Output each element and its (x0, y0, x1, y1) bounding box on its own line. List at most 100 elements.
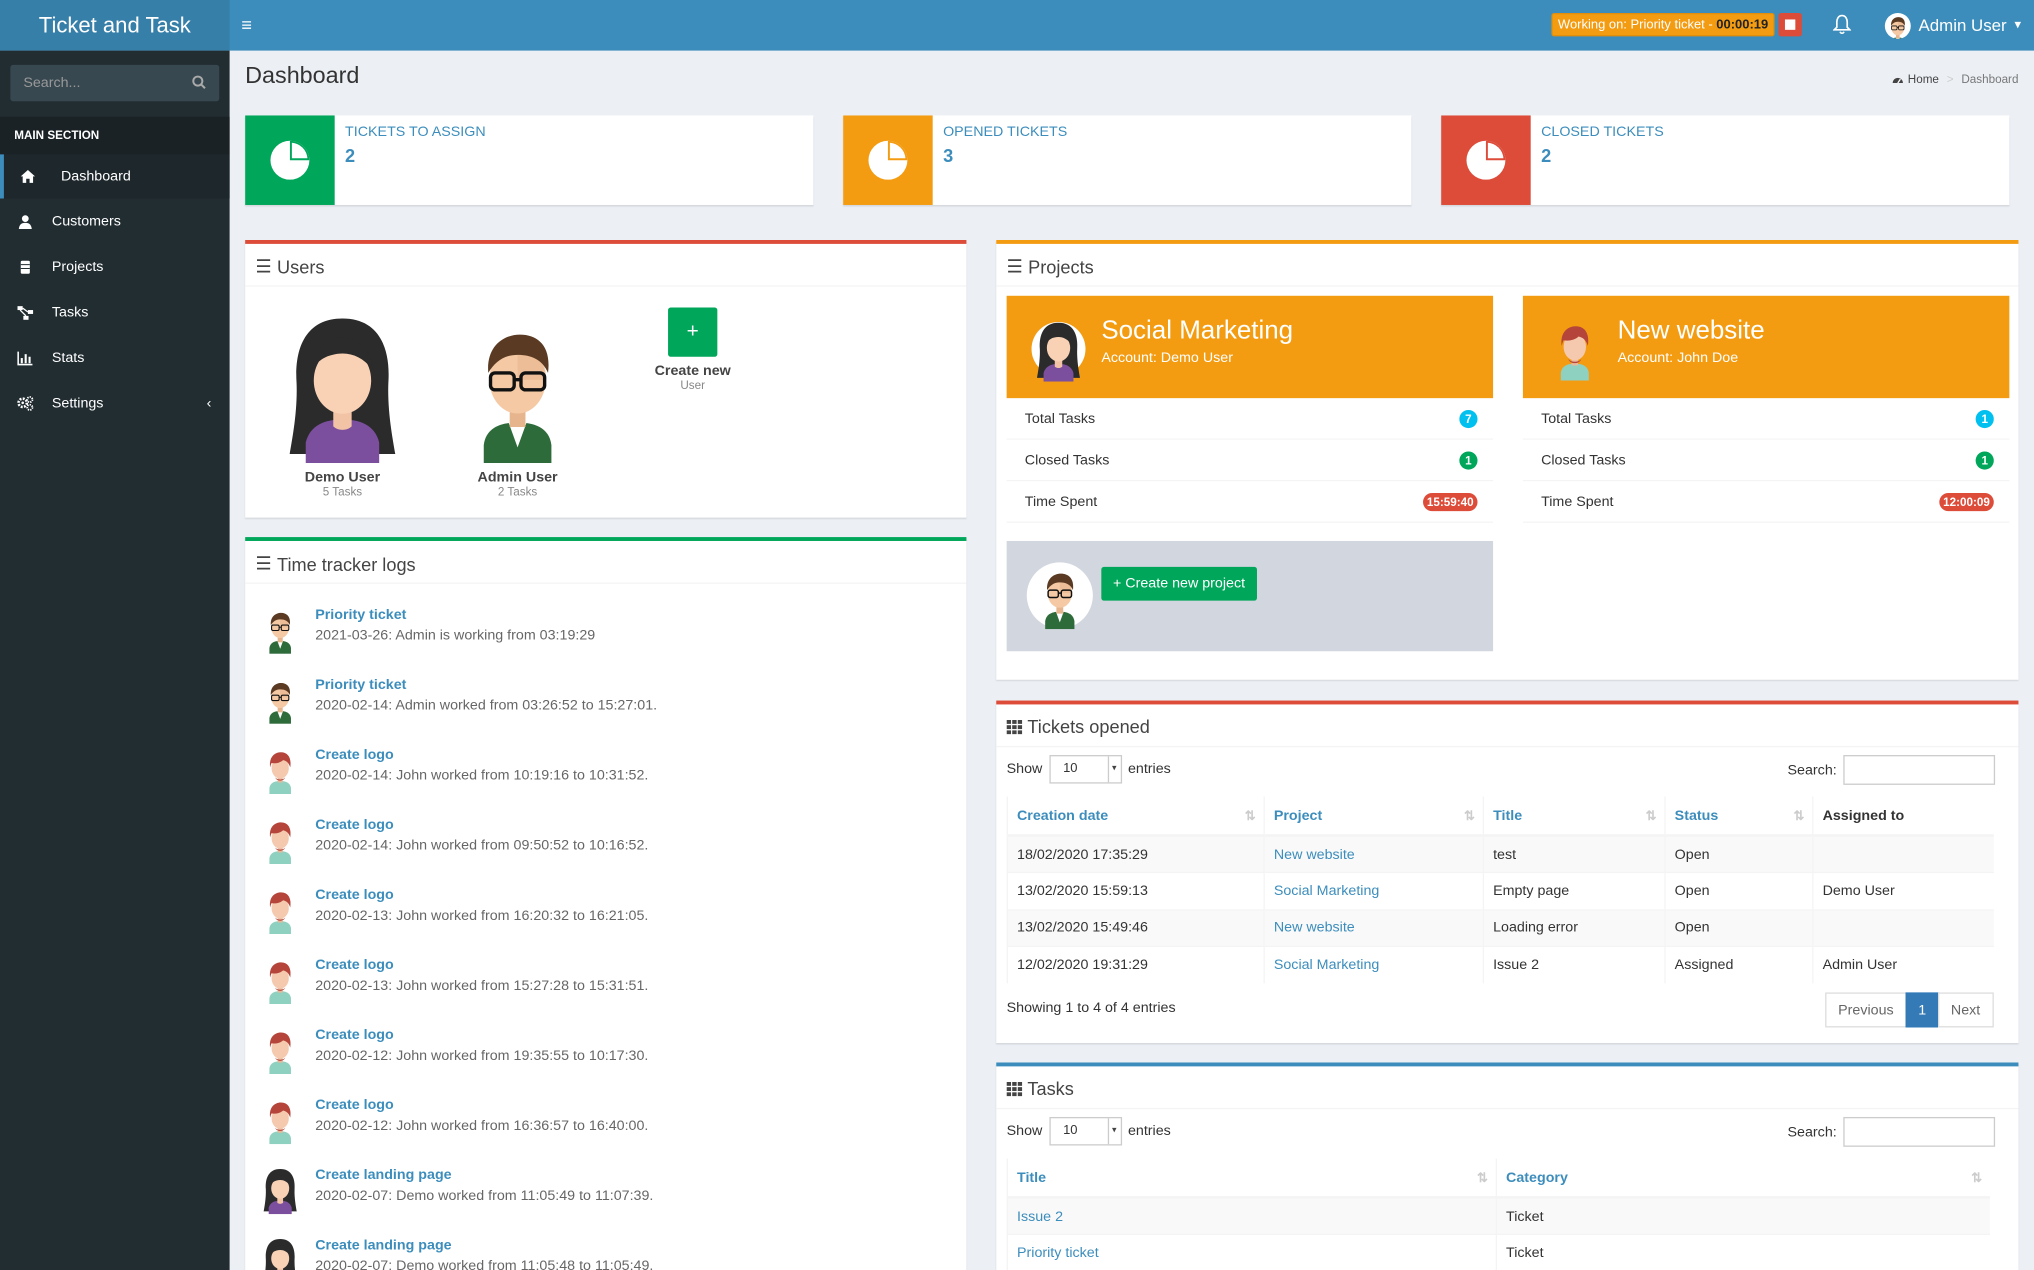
sidebar-item-settings[interactable]: Settings ‹ (0, 381, 230, 425)
avatar (1026, 562, 1093, 629)
create-user-card[interactable]: + Create new User (628, 307, 758, 392)
table-row[interactable]: Priority ticket Ticket (1006, 1233, 1990, 1270)
cell-link[interactable]: New website (1274, 920, 1355, 936)
sort-icon[interactable]: ⇅ (1245, 810, 1256, 824)
avatar (261, 1027, 300, 1074)
log-task-link[interactable]: Priority ticket (315, 607, 406, 623)
app-logo[interactable]: Ticket and Task (0, 0, 230, 51)
sort-icon[interactable]: ⇅ (1477, 1171, 1488, 1185)
cell-link[interactable]: Social Marketing (1274, 958, 1379, 974)
user-card-demo[interactable]: Demo User 5 Tasks (278, 314, 408, 498)
plus-icon[interactable]: + (668, 307, 718, 357)
log-task-link[interactable]: Create logo (315, 747, 394, 763)
search-input[interactable] (1843, 755, 1995, 785)
table-cell: Admin User (1812, 946, 1994, 984)
project-header[interactable]: Social Marketing Account: Demo User (1006, 295, 1494, 399)
table-row[interactable]: Issue 2 Ticket (1006, 1196, 1990, 1235)
sidebar-toggle-icon[interactable]: ≡ (241, 16, 259, 34)
bars-icon: ☰ (255, 552, 272, 574)
sort-icon[interactable]: ⇅ (1646, 810, 1657, 824)
table-cell: Open (1664, 909, 1813, 947)
table-cell: New website (1263, 909, 1484, 947)
sidebar-item-customers[interactable]: Customers (0, 200, 230, 244)
search-input[interactable] (1843, 1116, 1995, 1147)
working-on-indicator[interactable]: Working on: Priority ticket - 00:00:19 (1551, 12, 1775, 37)
create-user-label: Create new (654, 363, 731, 379)
log-task-link[interactable]: Create logo (315, 1098, 394, 1114)
pie-chart-icon (245, 115, 335, 205)
cell-text: Issue 2 (1493, 957, 1540, 974)
bell-icon[interactable] (1832, 14, 1852, 35)
log-task-link[interactable]: Create logo (315, 1027, 394, 1043)
stop-timer-button[interactable] (1778, 12, 1802, 37)
user-menu[interactable]: Admin User ▾ (1884, 12, 2021, 41)
log-task-link[interactable]: Priority ticket (315, 677, 406, 693)
column-header-label: Creation date (1017, 807, 1109, 824)
sidebar-search-input[interactable]: Search... (10, 64, 220, 102)
sidebar-item-tasks[interactable]: Tasks (0, 291, 230, 335)
breadcrumb-home[interactable]: Home (1891, 73, 1939, 86)
cell-link[interactable]: Issue 2 (1017, 1208, 1063, 1224)
sidebar: Search... MAIN SECTION Dashboard Custome… (0, 50, 230, 1270)
cell-text: 18/02/2020 17:35:29 (1017, 846, 1148, 863)
previous-button[interactable]: Previous (1825, 992, 1907, 1028)
log-detail: 2021-03-26: Admin is working from 03:19:… (315, 627, 596, 644)
table-row[interactable]: 13/02/2020 15:59:13 Social Marketing Empty… (1006, 871, 1994, 910)
info-box-tickets-to-assign[interactable]: TICKETS TO ASSIGN 2 (245, 115, 814, 205)
column-header[interactable]: Category ⇅ (1495, 1158, 1990, 1199)
table-row[interactable]: 18/02/2020 17:35:29 New website test Open (1006, 834, 1994, 873)
search-icon[interactable] (192, 75, 206, 89)
column-header[interactable]: Assigned to (1812, 796, 1994, 837)
stat-label: Total Tasks (1541, 411, 1612, 427)
cell-text: 12/02/2020 19:31:29 (1017, 957, 1148, 974)
info-box-closed-tickets[interactable]: CLOSED TICKETS 2 (1441, 115, 2010, 205)
project-header[interactable]: New website Account: John Doe (1522, 295, 2010, 399)
column-header[interactable]: Title ⇅ (1482, 796, 1665, 837)
page-1-button[interactable]: 1 (1905, 992, 1940, 1028)
sidebar-item-projects[interactable]: Projects (0, 245, 230, 289)
cell-link[interactable]: New website (1274, 847, 1355, 863)
table-cell: Ticket (1495, 1196, 1990, 1235)
table-cell: Social Marketing (1263, 946, 1484, 984)
column-header-label: Title (1493, 807, 1523, 824)
avatar (261, 677, 300, 724)
log-task-link[interactable]: Create logo (315, 887, 394, 903)
table-row[interactable]: 12/02/2020 19:31:29 Social Marketing Issue… (1006, 946, 1994, 984)
info-box-opened-tickets[interactable]: OPENED TICKETS 3 (843, 115, 1412, 205)
next-button[interactable]: Next (1937, 992, 1994, 1028)
time-tracker-title: Time tracker logs (277, 553, 416, 575)
user-card-admin[interactable]: Admin User 2 Tasks (453, 317, 583, 498)
info-box-label: CLOSED TICKETS (1541, 124, 1664, 141)
cell-text: Open (1674, 846, 1710, 863)
sidebar-item-dashboard[interactable]: Dashboard (0, 154, 230, 199)
table-cell: Issue 2 (1482, 946, 1665, 984)
page-length-control: Show 10 ▾ entries (1007, 755, 1171, 784)
table-row[interactable]: 13/02/2020 15:49:46 New website Loading er… (1006, 909, 1994, 947)
log-task-link[interactable]: Create logo (315, 957, 394, 973)
sort-icon[interactable]: ⇅ (1794, 810, 1805, 824)
table-cell: Assigned (1664, 946, 1813, 984)
column-header[interactable]: Project ⇅ (1263, 796, 1484, 837)
sort-icon[interactable]: ⇅ (1971, 1171, 1982, 1185)
column-header[interactable]: Creation date ⇅ (1006, 796, 1265, 837)
sort-icon[interactable]: ⇅ (1464, 810, 1475, 824)
avatar (453, 317, 583, 464)
column-header[interactable]: Title ⇅ (1006, 1158, 1497, 1199)
create-project-button[interactable]: + Create new project (1101, 566, 1257, 601)
log-task-link[interactable]: Create landing page (315, 1238, 451, 1254)
log-task-link[interactable]: Create landing page (315, 1168, 451, 1184)
bar-chart-icon (17, 351, 33, 366)
page-title: Dashboard (245, 62, 360, 89)
info-box-value: 2 (345, 145, 356, 167)
avatar (261, 957, 300, 1004)
column-header[interactable]: Status ⇅ (1664, 796, 1813, 837)
table-cell (1812, 834, 1994, 873)
cell-link[interactable]: Priority ticket (1017, 1246, 1099, 1262)
entries-select[interactable]: 10 ▾ (1048, 1116, 1122, 1146)
entries-select[interactable]: 10 ▾ (1048, 755, 1122, 784)
log-task-link[interactable]: Create logo (315, 817, 394, 833)
cell-link[interactable]: Social Marketing (1274, 883, 1379, 899)
grid-icon (1006, 719, 1023, 734)
breadcrumb-current: Dashboard (1961, 72, 2019, 86)
sidebar-item-stats[interactable]: Stats (0, 336, 230, 380)
